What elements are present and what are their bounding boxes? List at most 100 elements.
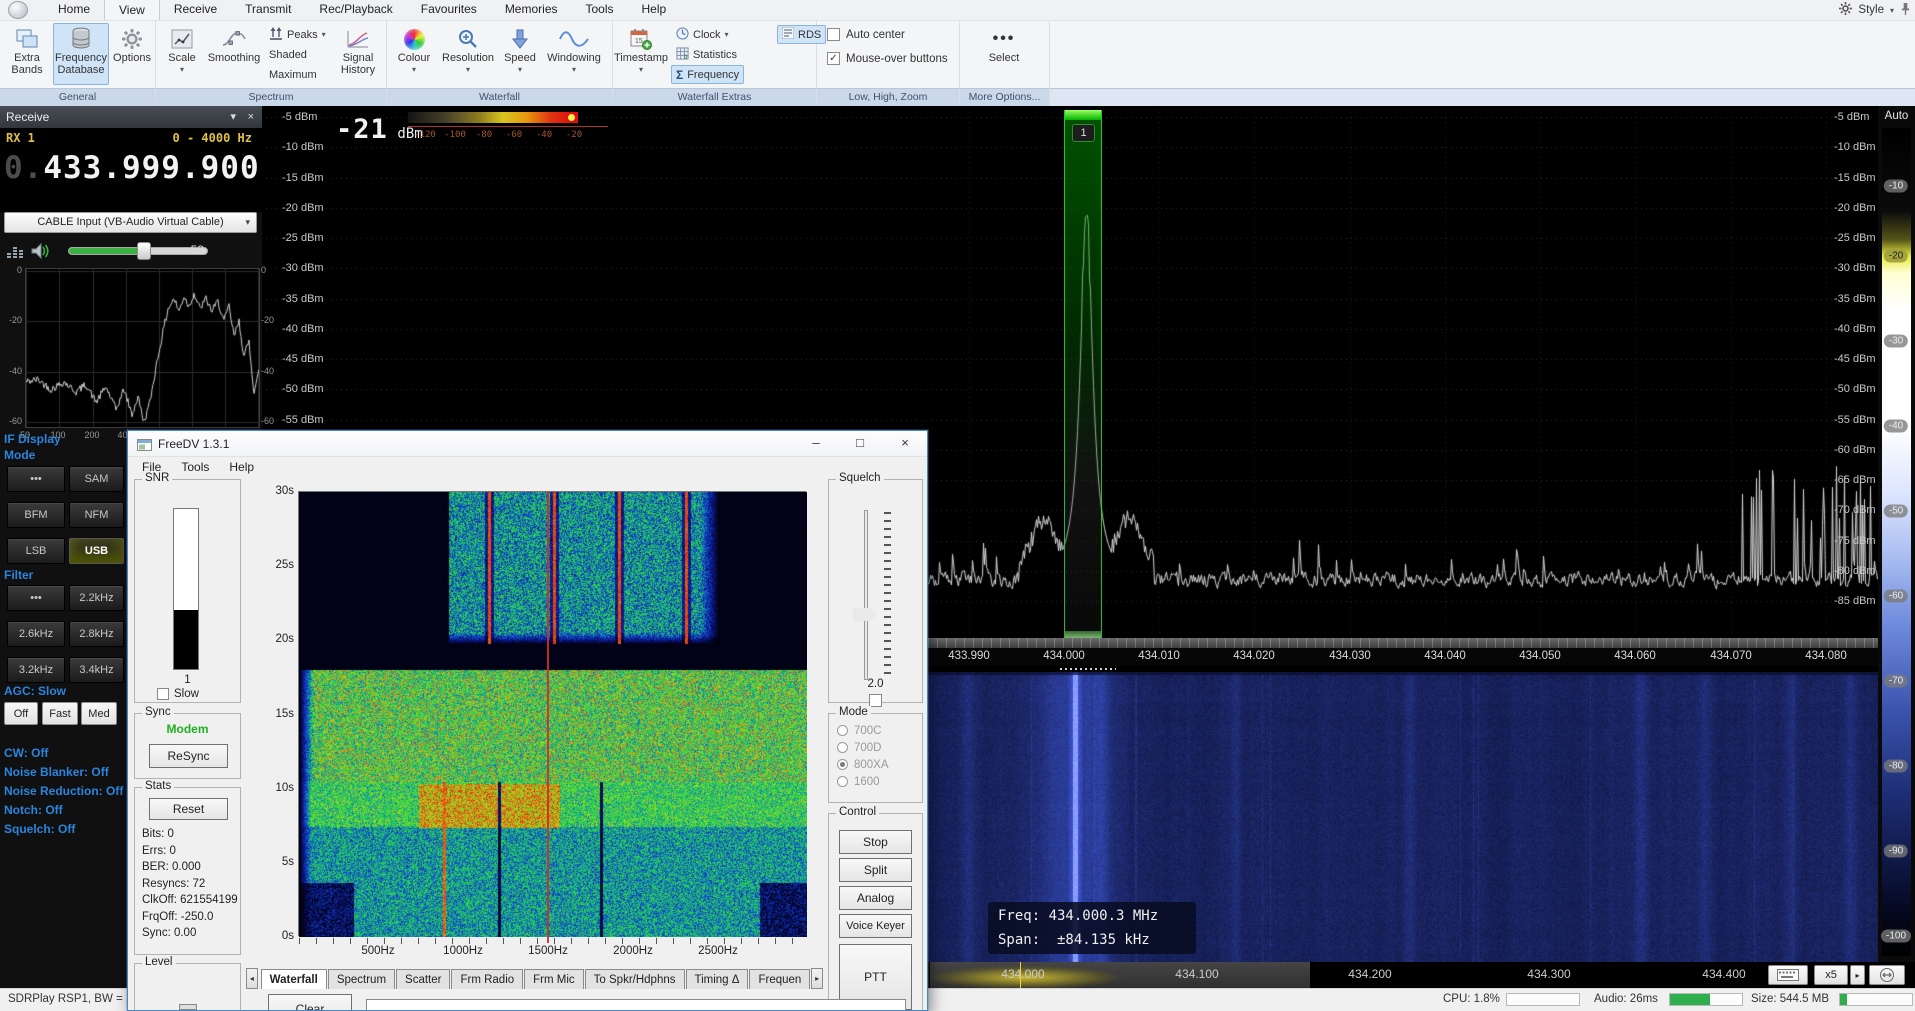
mode-button-sam[interactable]: SAM (69, 466, 124, 492)
freedv-mode-option-700d[interactable]: 700D (837, 739, 922, 756)
equalizer-icon[interactable] (6, 243, 24, 264)
agc-button-off[interactable]: Off (4, 702, 38, 725)
mode-button-lsb[interactable]: LSB (7, 538, 65, 564)
tab-receive[interactable]: Receive (160, 0, 231, 20)
maximum-button[interactable]: Maximum (264, 65, 322, 84)
control-button-split[interactable]: Split (839, 858, 912, 882)
resolution-button[interactable]: Resolution ▾ (439, 23, 497, 85)
tab-help[interactable]: Help (628, 0, 681, 20)
filter-button-[interactable]: ••• (7, 585, 65, 611)
agc-button-fast[interactable]: Fast (42, 702, 78, 725)
keyboard-button[interactable] (1768, 965, 1808, 985)
squelch-slider-handle[interactable] (853, 608, 877, 621)
tuned-frequency[interactable]: 0.433.999.900 (4, 150, 260, 186)
clear-button[interactable]: Clear (268, 994, 352, 1011)
freedv-tab-spectrum[interactable]: Spectrum (328, 969, 395, 989)
stats-reset-button[interactable]: Reset (149, 798, 228, 820)
menu-help[interactable]: Help (219, 457, 264, 479)
graph-y-label-right: -40 (261, 366, 274, 376)
statistics-button[interactable]: 9 Statistics (671, 45, 742, 64)
tab-tools[interactable]: Tools (572, 0, 628, 20)
tab-scroll-right-icon[interactable]: ▸ (811, 968, 823, 989)
mode-button-[interactable]: ••• (7, 466, 65, 492)
filter-button-28khz[interactable]: 2.8kHz (69, 621, 124, 647)
filter-button-26khz[interactable]: 2.6kHz (7, 621, 65, 647)
snr-slow-checkbox[interactable]: Slow (157, 688, 199, 700)
timestamp-button[interactable]: 15 Timestamp ▾ (615, 23, 667, 85)
freedv-tab-scatter[interactable]: Scatter (396, 969, 450, 989)
freedv-mode-option-800xa[interactable]: 800XA (837, 756, 922, 773)
signal-history-button[interactable]: Signal History (334, 23, 382, 85)
squelch-enable-checkbox[interactable] (869, 694, 882, 707)
squelch-slider-track[interactable] (864, 510, 868, 680)
tab-view[interactable]: View (104, 0, 160, 20)
control-button-voice-keyer[interactable]: Voice Keyer (839, 914, 912, 938)
peaks-button[interactable]: Peaks ▾ (264, 25, 331, 44)
minimize-button[interactable]: – (799, 433, 833, 454)
freedv-mode-option-700c[interactable]: 700C (837, 722, 922, 739)
resync-button[interactable]: ReSync (149, 744, 228, 768)
mode-button-nfm[interactable]: NFM (69, 502, 124, 528)
control-button-analog[interactable]: Analog (839, 886, 912, 910)
mouse-over-checkbox[interactable]: ✓ Mouse-over buttons (827, 52, 948, 65)
extra-bands-button[interactable]: Extra Bands (3, 23, 51, 85)
receive-panel-header[interactable]: Receive ▾ × (0, 106, 262, 128)
freedv-text-field[interactable] (366, 999, 906, 1011)
agc-button-med[interactable]: Med (81, 702, 117, 725)
freedv-tab-frequen[interactable]: Frequen (749, 969, 810, 989)
freedv-tab-waterfall[interactable]: Waterfall (261, 969, 327, 989)
mode-button-bfm[interactable]: BFM (7, 502, 65, 528)
freedv-mode-option-1600[interactable]: 1600 (837, 773, 922, 790)
speed-button[interactable]: Speed ▾ (499, 23, 541, 85)
tab-rec-playback[interactable]: Rec/Playback (305, 0, 406, 20)
smoothing-button[interactable]: Smoothing (206, 23, 262, 85)
freedv-tab-frm-radio[interactable]: Frm Radio (451, 969, 523, 989)
select-button[interactable]: ••• Select (978, 23, 1030, 85)
tab-memories[interactable]: Memories (491, 0, 572, 20)
options-button[interactable]: Options (111, 23, 153, 85)
legend-auto-label[interactable]: Auto (1878, 110, 1915, 122)
close-button[interactable]: × (888, 433, 922, 454)
band-overview-bar[interactable]: 434.000434.100434.200434.300434.400 x5 ▸ (930, 962, 1915, 988)
span-toggle-button[interactable] (1869, 965, 1905, 985)
scale-button[interactable]: Scale ▾ (160, 23, 204, 85)
if-display-label[interactable]: IF Display (4, 432, 61, 446)
freedv-titlebar[interactable]: FreeDV 1.3.1 – □ × (128, 431, 927, 457)
tab-transmit[interactable]: Transmit (231, 0, 305, 20)
style-menu[interactable]: Style (1858, 4, 1884, 16)
freedv-waterfall-plot[interactable] (298, 491, 806, 936)
menu-tools[interactable]: Tools (171, 457, 219, 479)
freedv-tab-to-spkr-hdphns[interactable]: To Spkr/Hdphns (585, 969, 685, 989)
filter-button-34khz[interactable]: 3.4kHz (69, 657, 124, 683)
frequency-database-button[interactable]: Frequency Database (53, 23, 109, 85)
settings-gear-icon[interactable] (1839, 2, 1852, 18)
panel-collapse-icon[interactable]: ▾ (230, 106, 236, 128)
level-slider-handle[interactable] (179, 1004, 197, 1010)
zoom-expand-arrow-button[interactable]: ▸ (1850, 965, 1865, 985)
maximize-button[interactable]: □ (843, 433, 877, 454)
tab-scroll-left-icon[interactable]: ◂ (246, 968, 258, 989)
clock-button[interactable]: Clock ▾ (671, 25, 734, 44)
tab-home[interactable]: Home (44, 0, 104, 20)
freedv-tab-frm-mic[interactable]: Frm Mic (524, 969, 584, 989)
volume-slider-thumb[interactable] (137, 242, 151, 260)
mode-button-usb[interactable]: USB (69, 538, 124, 564)
tuned-channel-band[interactable]: 1 (1064, 110, 1102, 638)
tab-favourites[interactable]: Favourites (407, 0, 491, 20)
freedv-tab-timing-[interactable]: Timing Δ (686, 969, 749, 989)
frequency-button[interactable]: Σ Frequency (671, 65, 744, 84)
shaded-button[interactable]: Shaded (264, 45, 312, 64)
control-button-stop[interactable]: Stop (839, 830, 912, 854)
speaker-icon[interactable] (30, 242, 50, 265)
pin-icon[interactable] (1900, 2, 1911, 18)
filter-button-22khz[interactable]: 2.2kHz (69, 585, 124, 611)
colour-button[interactable]: Colour ▾ (391, 23, 437, 85)
windowing-button[interactable]: Windowing ▾ (543, 23, 605, 85)
volume-slider[interactable] (68, 247, 208, 255)
app-menu-button[interactable] (8, 1, 28, 19)
zoom-x5-button[interactable]: x5 (1814, 965, 1848, 985)
panel-close-icon[interactable]: × (248, 106, 254, 128)
filter-button-32khz[interactable]: 3.2kHz (7, 657, 65, 683)
auto-center-checkbox[interactable]: Auto center (827, 28, 905, 41)
audio-input-select[interactable]: CABLE Input (VB-Audio Virtual Cable) ▾ (4, 212, 257, 233)
